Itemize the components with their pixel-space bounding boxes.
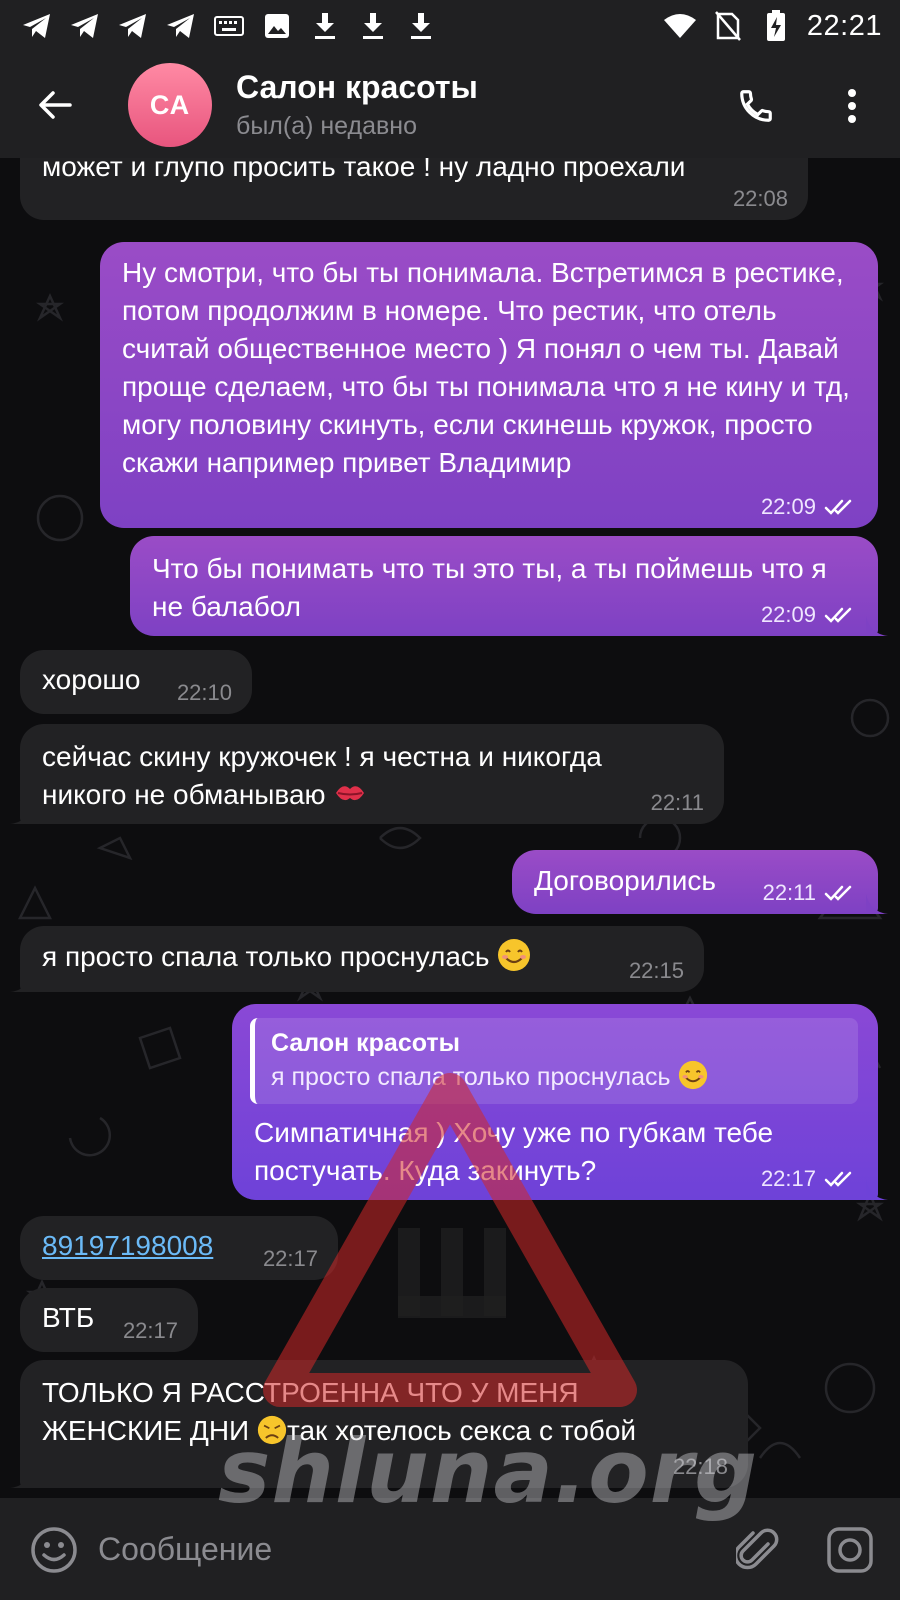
- telegram-icon: [68, 11, 102, 41]
- no-sim-icon: [711, 11, 745, 41]
- disappointed-face-emoji: [257, 1415, 287, 1445]
- back-button[interactable]: [20, 70, 90, 140]
- chat-info[interactable]: Салон красоты был(а) недавно: [236, 69, 478, 141]
- battery-charging-icon: [759, 10, 793, 41]
- bubble-tail: [866, 616, 888, 636]
- reply-author: Салон красоты: [271, 1029, 460, 1057]
- reply-text: я просто спала только проснулась: [271, 1063, 671, 1091]
- message-text: я просто спала только проснулась: [42, 941, 490, 972]
- message-incoming[interactable]: хорошо 22:10: [20, 650, 252, 714]
- message-text: Ну смотри, что бы ты понимала. Встретимс…: [122, 257, 858, 478]
- avatar-initials: СА: [149, 89, 191, 120]
- wifi-icon: [663, 11, 697, 41]
- telegram-icon: [20, 11, 54, 41]
- double-check-icon: [824, 885, 852, 901]
- message-text: Договорились: [534, 865, 716, 896]
- chat-area[interactable]: может и глупо просить такое ! ну ладно п…: [0, 158, 900, 1498]
- smiling-face-emoji: [498, 939, 531, 971]
- message-time: 22:10: [176, 680, 232, 705]
- message-incoming[interactable]: ТОЛЬКО Я РАССТРОЕННА ЧТО У МЕНЯ ЖЕНСКИЕ Д…: [10, 1360, 748, 1488]
- message-time: 22:09: [760, 602, 816, 627]
- message-incoming[interactable]: сейчас скину кружочек ! я честна и никог…: [10, 724, 724, 824]
- message-incoming[interactable]: может и глупо просить такое ! ну ладно п…: [20, 158, 808, 220]
- message-time: 22:11: [762, 880, 816, 905]
- telegram-icon: [164, 11, 198, 41]
- message-incoming[interactable]: ВТБ 22:17: [20, 1288, 198, 1352]
- arrow-left-icon: [39, 91, 72, 119]
- smile-icon: [31, 1527, 77, 1573]
- message-text: сейчас скину кружочек ! я честна и никог…: [42, 741, 610, 810]
- message-text: ТОЛЬКО Я РАССТРОЕННА ЧТО У МЕНЯ: [42, 1377, 579, 1408]
- message-time: 22:09: [760, 494, 816, 519]
- message-incoming[interactable]: я просто спала только проснулась 22:15: [10, 926, 704, 992]
- message-text: хорошо: [42, 664, 141, 695]
- more-vertical-icon: [848, 89, 856, 123]
- bubble-tail: [10, 972, 32, 992]
- paperclip-icon: [736, 1528, 779, 1570]
- message-text: Что бы понимать что ты это ты, а ты пойм…: [152, 553, 835, 622]
- message-input[interactable]: [98, 1522, 678, 1576]
- notification-icons: [20, 11, 438, 41]
- status-bar: 22:21: [0, 0, 900, 52]
- message-time: 22:17: [122, 1318, 178, 1343]
- keyboard-icon: [212, 11, 246, 41]
- message-time: 22:15: [628, 958, 684, 983]
- bubble-tail: [10, 804, 32, 824]
- telegram-icon: [116, 11, 150, 41]
- kiss-mark-emoji: [336, 786, 365, 801]
- bubble-tail: [866, 1180, 888, 1200]
- message-input-bar: [0, 1498, 900, 1600]
- camera-icon: [827, 1527, 873, 1573]
- message-time: 22:18: [672, 1454, 728, 1479]
- phone-number-link[interactable]: 89197198008: [42, 1230, 213, 1261]
- phone-icon: [740, 90, 772, 122]
- attach-button[interactable]: [730, 1522, 786, 1578]
- download-icon: [308, 11, 342, 41]
- message-text: так хотелось секса с тобой: [286, 1415, 637, 1446]
- message-incoming[interactable]: 89197198008 22:17: [20, 1216, 338, 1280]
- bubble-tail: [866, 894, 888, 914]
- message-text: ЖЕНСКИЕ ДНИ: [42, 1415, 250, 1446]
- double-check-icon: [824, 499, 852, 515]
- message-text: ВТБ: [42, 1302, 95, 1333]
- message-time: 22:17: [262, 1246, 318, 1271]
- chat-title: Салон красоты: [236, 69, 478, 105]
- download-icon: [404, 11, 438, 41]
- video-message-button[interactable]: [822, 1522, 878, 1578]
- message-time: 22:11: [650, 790, 704, 815]
- message-outgoing[interactable]: Договорились 22:11: [512, 850, 888, 914]
- emoji-button[interactable]: [28, 1524, 80, 1576]
- double-check-icon: [824, 607, 852, 623]
- reply-preview[interactable]: Салон красоты я просто спала только прос…: [250, 1018, 858, 1104]
- call-button[interactable]: [724, 74, 788, 138]
- more-options-button[interactable]: [820, 74, 884, 138]
- download-icon: [356, 11, 390, 41]
- message-outgoing[interactable]: Ну смотри, что бы ты понимала. Встретимс…: [100, 242, 878, 528]
- message-time: 22:08: [732, 186, 788, 211]
- message-outgoing-reply[interactable]: Салон красоты я просто спала только прос…: [232, 1004, 888, 1200]
- image-icon: [260, 11, 294, 41]
- status-time: 22:21: [806, 9, 882, 42]
- smiling-face-emoji: [678, 1060, 707, 1090]
- double-check-icon: [824, 1171, 852, 1187]
- bubble-tail: [10, 1468, 32, 1488]
- chat-header: СА Салон красоты был(а) недавно: [0, 52, 900, 158]
- message-outgoing[interactable]: Что бы понимать что ты это ты, а ты пойм…: [130, 536, 888, 636]
- chat-status: был(а) недавно: [236, 112, 418, 140]
- message-time: 22:17: [760, 1166, 816, 1191]
- avatar[interactable]: СА: [128, 63, 212, 147]
- message-text: может и глупо просить такое ! ну ладно п…: [42, 158, 686, 182]
